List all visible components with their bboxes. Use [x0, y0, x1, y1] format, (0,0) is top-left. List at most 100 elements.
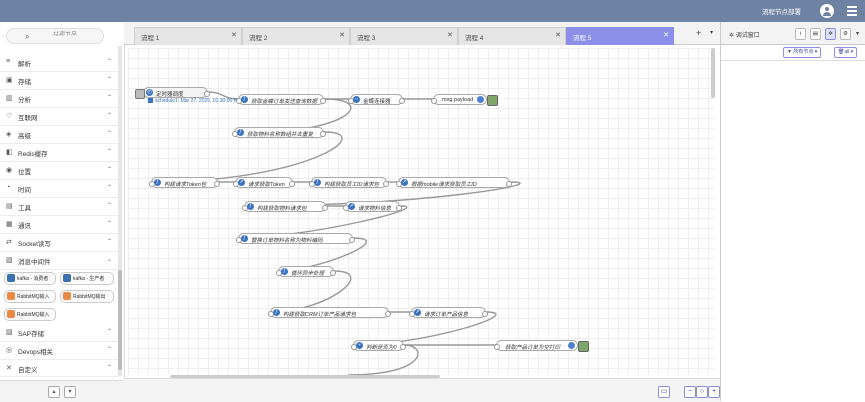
tab-menu-chevron-icon[interactable]: ▾: [710, 29, 713, 36]
zoom-out-button[interactable]: −: [684, 386, 696, 398]
close-icon[interactable]: ✕: [447, 31, 453, 39]
navigator-icon[interactable]: ▭: [658, 386, 670, 398]
palette-category-devops[interactable]: ◎ Devops相关 ⌃: [0, 342, 118, 360]
expand-all-button[interactable]: ▾: [64, 386, 76, 398]
palette-search[interactable]: ⌕: [6, 28, 104, 44]
palette-node-kafka-consumer[interactable]: kafka - 消费者: [4, 272, 56, 285]
flow-node-fetch-kingdee-order[interactable]: ƒ 获取金蝶订单发送查询数据: [236, 94, 326, 105]
palette-category-redis[interactable]: ◧ Redis缓存 ⌃: [0, 144, 118, 162]
flow-node-dedupe-materials[interactable]: ƒ 获取物料名称数组并去重复: [232, 127, 326, 138]
palette-node-rabbitmq-out[interactable]: RabbitMQ输出: [60, 290, 114, 303]
palette-category-socket[interactable]: ⇄ Socket读写 ⌃: [0, 234, 118, 252]
output-port[interactable]: [320, 98, 326, 104]
flow-node-request-material[interactable]: ➚ 请求物料信息: [343, 201, 402, 212]
deploy-button[interactable]: 流程节点部署: [762, 6, 801, 16]
tab-flow-2[interactable]: 流程 2 ✕: [242, 27, 350, 45]
canvas-vertical-scrollbar[interactable]: [711, 48, 715, 98]
palette-category-communication[interactable]: ▦ 通讯 ⌃: [0, 216, 118, 234]
chevron-up-icon: ⌃: [106, 329, 112, 335]
flow-node-build-token-request[interactable]: ƒ 构建请求Token包: [149, 177, 220, 188]
debug-tab-icon[interactable]: ✲: [825, 28, 836, 40]
palette-category-advanced[interactable]: ◈ 高级 ⌃: [0, 126, 118, 144]
palette-category-tools[interactable]: ▤ 工具 ⌃: [0, 198, 118, 216]
output-port[interactable]: [400, 344, 406, 350]
clear-filter-button[interactable]: 🗑all ▾: [834, 47, 858, 58]
user-avatar-icon[interactable]: [820, 4, 834, 18]
palette-category-middleware[interactable]: ▧ 消息中间件 ⌄: [0, 252, 118, 270]
debug-toggle-button[interactable]: [578, 341, 589, 352]
output-port[interactable]: [396, 205, 402, 211]
flow-node-build-crm-request[interactable]: ƒ 构建获取CRM订单产品请求包: [268, 307, 391, 318]
output-port[interactable]: [214, 181, 220, 187]
close-icon[interactable]: ✕: [555, 31, 561, 39]
palette-category-internet[interactable]: ♡ 互联网 ⌃: [0, 108, 118, 126]
flow-node-request-employee-id[interactable]: ➚ 根据mobile请求获取员工ID: [396, 177, 512, 188]
flow-node-build-material-request[interactable]: ƒ 构建获取物料请求包: [242, 201, 328, 212]
close-icon[interactable]: ✕: [339, 31, 345, 39]
flow-node-timer-scheduler[interactable]: ◴ 定时器调度: [135, 87, 210, 99]
function-icon: ƒ: [281, 268, 288, 275]
chevron-up-icon: ⌃: [106, 149, 112, 155]
palette-category-parse[interactable]: ≡ 解析 ⌃: [0, 54, 118, 72]
flow-node-check-zero[interactable]: ⑂ 判断是否为0: [351, 340, 406, 351]
flow-node-debug-empty-order[interactable]: 获取产品订单为空打印: [494, 340, 589, 352]
tab-flow-5[interactable]: 流程 5 ✕: [566, 27, 674, 45]
node-icon: [63, 292, 71, 300]
info-tab-icon[interactable]: i: [795, 28, 806, 40]
node-icon: [7, 292, 15, 300]
category-icon: ◧: [6, 149, 13, 156]
palette-scrollbar-thumb[interactable]: [118, 270, 122, 370]
input-port[interactable]: [494, 344, 500, 350]
add-tab-icon[interactable]: +: [696, 28, 701, 38]
close-icon[interactable]: ✕: [663, 31, 669, 39]
output-port[interactable]: [349, 237, 355, 243]
output-port[interactable]: [385, 311, 391, 317]
close-icon[interactable]: ✕: [231, 31, 237, 39]
flow-canvas[interactable]: ◴ 定时器调度 schedule1: Mar 27, 2025, 01:30:0…: [128, 48, 714, 375]
output-port[interactable]: [482, 311, 488, 317]
zoom-in-button[interactable]: +: [708, 386, 720, 398]
flow-node-debug-payload[interactable]: msg.payload: [431, 94, 498, 106]
tab-flow-4[interactable]: 流程 4 ✕: [458, 27, 566, 45]
zoom-reset-button[interactable]: ○: [696, 386, 708, 398]
palette-node-kafka-producer[interactable]: kafka - 生产者: [60, 272, 114, 285]
flow-node-request-token[interactable]: ➚ 请求获取Token: [233, 177, 295, 188]
input-port[interactable]: [431, 98, 437, 104]
palette-category-analysis[interactable]: ▥ 分析 ⌃: [0, 90, 118, 108]
output-port[interactable]: [322, 205, 328, 211]
flow-node-async-loop[interactable]: ƒ 循环异步处理: [276, 266, 336, 277]
output-port[interactable]: [204, 91, 210, 97]
clock-icon: ◴: [146, 89, 153, 96]
flow-node-replace-material-code[interactable]: ƒ 替换订单物料名称为物料编码: [236, 233, 355, 244]
config-tab-icon[interactable]: ⚙: [840, 28, 851, 40]
hamburger-menu-icon[interactable]: [847, 6, 857, 16]
palette-node-rabbitmq-in[interactable]: RabbitMQ输入: [4, 290, 56, 303]
palette-search-input[interactable]: [53, 31, 101, 37]
function-icon: ƒ: [273, 309, 280, 316]
chevron-up-icon: ⌃: [106, 113, 112, 119]
flow-node-build-employee-request[interactable]: ƒ 构建获取员工ID请求包: [309, 177, 389, 188]
sidebar-menu-chevron-icon[interactable]: ▾: [856, 30, 859, 37]
palette-node-rabbitmq-in-2[interactable]: RabbitMQ输入: [4, 308, 56, 321]
palette-category-location[interactable]: ◉ 位置 ⌃: [0, 162, 118, 180]
collapse-all-button[interactable]: ▴: [48, 386, 60, 398]
tab-flow-1[interactable]: 流程 1 ✕: [134, 27, 242, 45]
palette-category-storage[interactable]: ▣ 存储 ⌃: [0, 72, 118, 90]
output-port[interactable]: [506, 181, 512, 187]
output-port[interactable]: [330, 270, 336, 276]
output-port[interactable]: [383, 181, 389, 187]
tab-flow-3[interactable]: 流程 3 ✕: [350, 27, 458, 45]
filter-nodes-dropdown[interactable]: ▼ 所有节点 ▾: [783, 47, 822, 58]
palette-category-custom[interactable]: ✕ 自定义 ⌃: [0, 360, 118, 377]
output-port[interactable]: [289, 181, 295, 187]
inject-trigger-button[interactable]: [135, 89, 145, 99]
flow-node-request-order-products[interactable]: ➚ 请求订单产品信息: [409, 307, 488, 318]
palette-category-sap[interactable]: ▨ SAP存储 ⌃: [0, 324, 118, 342]
debug-toggle-button[interactable]: [487, 95, 498, 106]
flow-node-kingdee-connector[interactable]: ⇔ 金蝶连接器: [348, 94, 405, 105]
output-port[interactable]: [399, 98, 405, 104]
palette-category-time[interactable]: ◔ 时间 ⌃: [0, 180, 118, 198]
help-tab-icon[interactable]: ▤: [810, 28, 821, 40]
output-port[interactable]: [320, 131, 326, 137]
flow-tab-bar: 流程 1 ✕ 流程 2 ✕ 流程 3 ✕ 流程 4 ✕ 流程 5 ✕ + ▾: [124, 22, 720, 45]
